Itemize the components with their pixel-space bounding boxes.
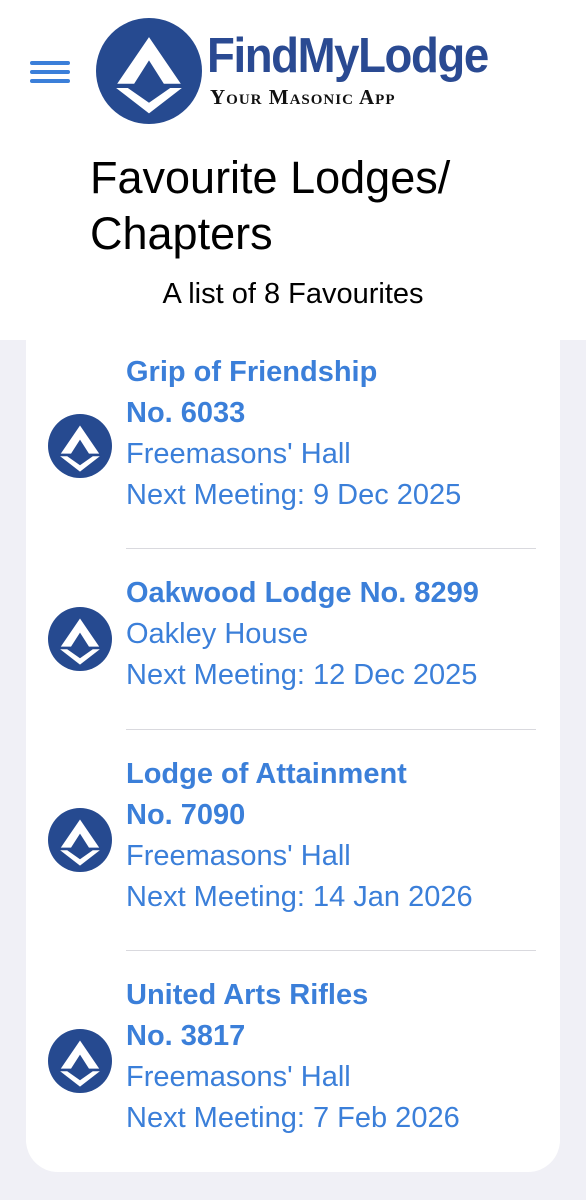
divider [126,548,536,549]
next-meeting: Next Meeting: 7 Feb 2026 [126,1102,460,1134]
square-compass-icon [48,1029,112,1093]
square-compass-icon [48,414,112,478]
brand-name: FindMyLodge [207,29,489,83]
menu-bar [30,61,70,65]
divider [126,950,536,951]
next-meeting: Next Meeting: 14 Jan 2026 [126,881,473,913]
lodge-venue: Freemasons' Hall [126,438,351,470]
menu-bar [30,70,70,74]
next-meeting: Next Meeting: 12 Dec 2025 [126,659,478,691]
favourite-item[interactable]: Lodge of Attainment No. 7090 Freemasons'… [26,754,560,950]
favourite-item[interactable]: United Arts Rifles No. 3817 Freemasons' … [26,975,560,1155]
lodge-number: No. 7090 [126,799,246,831]
lodge-name: Oakwood Lodge No. 8299 [126,577,479,609]
next-meeting: Next Meeting: 9 Dec 2025 [126,479,462,511]
divider [126,729,536,730]
page-title: Favourite Lodges/ Chapters [90,152,451,259]
lodge-name: United Arts Rifles [126,979,369,1011]
lodge-name: Lodge of Attainment [126,758,407,790]
app-header: FindMyLodge Your Masonic App Favourite L… [0,0,586,340]
favourite-item[interactable]: Grip of Friendship No. 6033 Freemasons' … [26,352,560,548]
lodge-venue: Freemasons' Hall [126,840,351,872]
lodge-number: No. 6033 [126,397,246,429]
lodge-name: Grip of Friendship [126,356,378,388]
menu-bar [30,79,70,83]
lodge-venue: Freemasons' Hall [126,1061,351,1093]
lodge-venue: Oakley House [126,618,309,650]
square-compass-icon [48,808,112,872]
logo-emblem-icon [96,18,202,124]
square-compass-icon [48,607,112,671]
favourites-list: Grip of Friendship No. 6033 Freemasons' … [26,340,560,1172]
page-subtitle: A list of 8 Favourites [162,278,424,310]
favourite-item[interactable]: Oakwood Lodge No. 8299 Oakley House Next… [26,573,560,729]
lodge-number: No. 3817 [126,1020,246,1052]
hamburger-menu-icon[interactable] [28,58,72,88]
brand-tagline: Your Masonic App [210,85,396,109]
